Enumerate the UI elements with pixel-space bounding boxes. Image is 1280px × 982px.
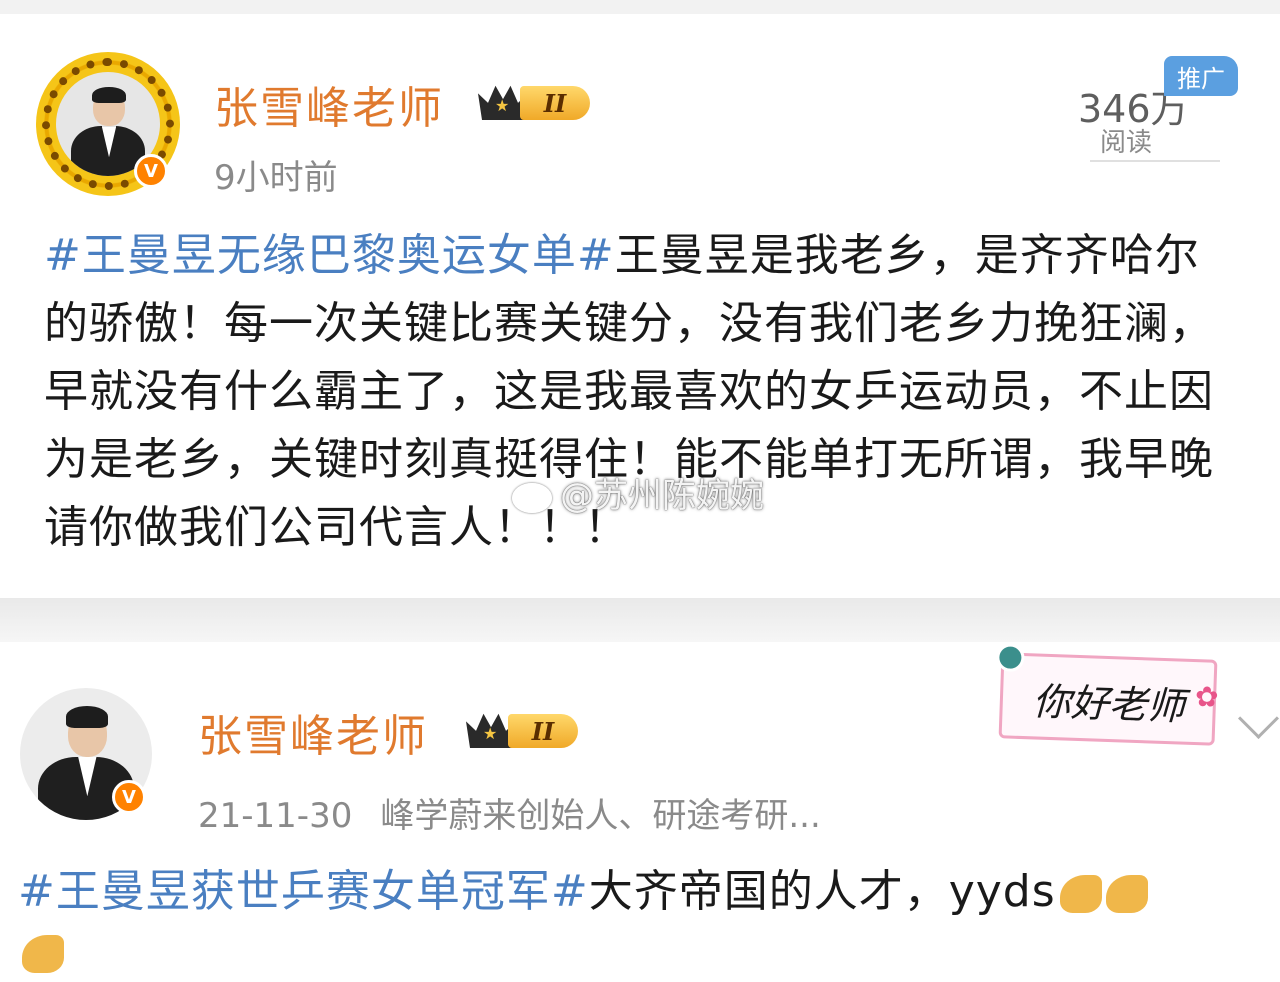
- post-meta: 21-11-30 峰学蔚来创始人、研途考研...: [198, 788, 821, 837]
- promo-tag[interactable]: 推广: [1164, 56, 1238, 96]
- watermark-text: @苏州陈婉婉: [560, 476, 764, 516]
- star-icon: ★: [495, 96, 510, 115]
- flower-icon: ✿: [1194, 680, 1220, 714]
- user-bio: 峰学蔚来创始人、研途考研...: [380, 796, 821, 836]
- sticker-text: 你好老师: [1032, 679, 1186, 729]
- verified-icon: V: [112, 780, 146, 814]
- vip-crown-badge[interactable]: ★ II: [478, 78, 602, 122]
- verified-icon: V: [134, 154, 168, 188]
- arm-emoji-icon: [1059, 875, 1102, 913]
- weibo-post-2: V 张雪峰老师 ★ II 21-11-30 峰学蔚来创始人、研途考研... 你好老…: [0, 642, 1280, 973]
- watermark: @苏州陈婉婉: [512, 468, 764, 517]
- arm-emoji-icon: [1105, 875, 1148, 913]
- username[interactable]: 张雪峰老师: [198, 700, 428, 764]
- weibo-post-1: V 张雪峰老师 ★ II 9小时前 346万 阅读 推广 #王曼昱无缘巴黎奥运女…: [0, 0, 1280, 598]
- section-divider: [0, 598, 1280, 642]
- chevron-down-icon[interactable]: [1237, 697, 1280, 740]
- hashtag-link[interactable]: #王曼昱获世乒赛女单冠军#: [18, 866, 589, 917]
- star-icon: ★: [483, 724, 498, 743]
- post-text: 大齐帝国的人才，yyds: [588, 866, 1056, 917]
- level-badge: II: [520, 86, 590, 120]
- hair: [92, 86, 126, 104]
- hashtag-link[interactable]: #王曼昱无缘巴黎奥运女单#: [44, 230, 615, 281]
- vip-crown-badge[interactable]: ★ II: [466, 706, 590, 750]
- post-body: #王曼昱获世乒赛女单冠军#大齐帝国的人才，yyds: [18, 862, 1268, 982]
- pin-icon: [995, 643, 1025, 673]
- read-label: 阅读: [1100, 128, 1153, 158]
- post-timestamp: 9小时前: [214, 158, 338, 198]
- hello-teacher-sticker[interactable]: 你好老师 ✿: [995, 643, 1219, 746]
- hair: [66, 706, 109, 728]
- weibo-icon: [512, 482, 552, 513]
- level-badge: II: [508, 714, 578, 748]
- username[interactable]: 张雪峰老师: [214, 72, 444, 136]
- post-date: 21-11-30: [198, 796, 353, 836]
- arm-emoji-icon: [22, 935, 64, 973]
- divider: [1090, 160, 1220, 162]
